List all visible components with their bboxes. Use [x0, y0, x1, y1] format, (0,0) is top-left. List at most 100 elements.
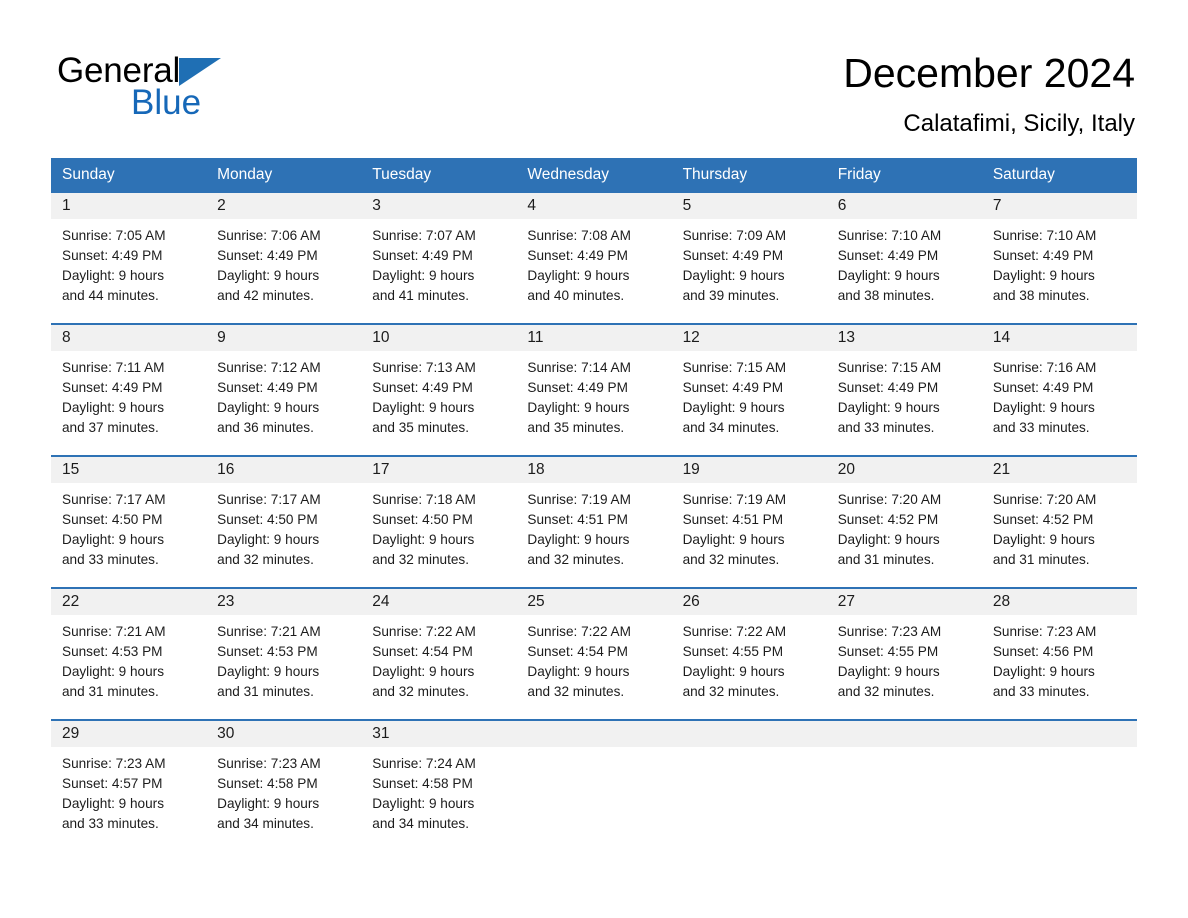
day-number: 12	[671, 325, 827, 351]
calendar-day-cell[interactable]: 29 Sunrise: 7:23 AM Sunset: 4:57 PM Dayligh…	[51, 719, 207, 841]
calendar-day-cell[interactable]: 15 Sunrise: 7:17 AM Sunset: 4:50 PM Dayligh…	[51, 455, 207, 581]
daylight-text-line2: and 34 minutes.	[217, 816, 314, 831]
sunrise-text: Sunrise: 7:22 AM	[682, 624, 787, 639]
daylight-text-line1: Daylight: 9 hours	[372, 796, 475, 811]
day-number	[516, 721, 672, 747]
day-number: 30	[206, 721, 362, 747]
day-number: 18	[516, 457, 672, 483]
calendar-day-cell[interactable]: 3 Sunrise: 7:07 AM Sunset: 4:49 PM Daylight…	[361, 191, 517, 317]
calendar-day-cell-empty	[826, 719, 982, 841]
daylight-text-line1: Daylight: 9 hours	[682, 532, 785, 547]
calendar-day-cell[interactable]: 24 Sunrise: 7:22 AM Sunset: 4:54 PM Dayligh…	[361, 587, 517, 713]
day-detail: Sunrise: 7:23 AM Sunset: 4:58 PM Daylight:…	[206, 747, 361, 834]
calendar-day-cell[interactable]: 13 Sunrise: 7:15 AM Sunset: 4:49 PM Dayligh…	[826, 323, 982, 449]
sunrise-text: Sunrise: 7:21 AM	[62, 624, 166, 639]
daylight-text-line1: Daylight: 9 hours	[992, 268, 1095, 283]
sunset-text: Sunset: 4:49 PM	[62, 248, 163, 263]
sunset-text: Sunset: 4:54 PM	[527, 644, 628, 659]
day-number: 28	[981, 589, 1137, 615]
sunset-text: Sunset: 4:49 PM	[992, 380, 1094, 395]
day-detail: Sunrise: 7:08 AM Sunset: 4:49 PM Daylight:…	[516, 219, 671, 306]
sunset-text: Sunset: 4:51 PM	[527, 512, 628, 527]
sunset-text: Sunset: 4:55 PM	[837, 644, 939, 659]
day-detail: Sunrise: 7:11 AM Sunset: 4:49 PM Daylight:…	[51, 351, 206, 438]
day-detail: Sunrise: 7:18 AM Sunset: 4:50 PM Daylight:…	[361, 483, 516, 570]
calendar-day-cell[interactable]: 11 Sunrise: 7:14 AM Sunset: 4:49 PM Dayligh…	[516, 323, 672, 449]
daylight-text-line2: and 39 minutes.	[682, 288, 780, 303]
calendar-day-cell[interactable]: 21 Sunrise: 7:20 AM Sunset: 4:52 PM Dayligh…	[981, 455, 1137, 581]
calendar-day-cell[interactable]: 8 Sunrise: 7:11 AM Sunset: 4:49 PM Daylight…	[51, 323, 207, 449]
day-number: 22	[51, 589, 207, 615]
daylight-text-line2: and 32 minutes.	[527, 552, 625, 567]
daylight-text-line1: Daylight: 9 hours	[992, 400, 1095, 415]
sunset-text: Sunset: 4:49 PM	[837, 248, 939, 263]
sunset-text: Sunset: 4:49 PM	[992, 248, 1094, 263]
calendar-day-cell[interactable]: 6 Sunrise: 7:10 AM Sunset: 4:49 PM Daylight…	[826, 191, 982, 317]
page-title: December 2024	[843, 50, 1135, 96]
sunrise-text: Sunrise: 7:07 AM	[372, 228, 476, 243]
calendar-weeks: 1 Sunrise: 7:05 AM Sunset: 4:49 PM Daylight…	[51, 191, 1137, 841]
sunrise-text: Sunrise: 7:09 AM	[682, 228, 787, 243]
calendar-day-cell[interactable]: 25 Sunrise: 7:22 AM Sunset: 4:54 PM Dayligh…	[516, 587, 672, 713]
calendar-day-cell-empty	[671, 719, 827, 841]
daylight-text-line1: Daylight: 9 hours	[372, 664, 475, 679]
day-detail: Sunrise: 7:17 AM Sunset: 4:50 PM Daylight:…	[206, 483, 361, 570]
calendar-day-cell[interactable]: 14 Sunrise: 7:16 AM Sunset: 4:49 PM Dayligh…	[981, 323, 1137, 449]
sunrise-text: Sunrise: 7:10 AM	[837, 228, 942, 243]
sunset-text: Sunset: 4:51 PM	[682, 512, 784, 527]
calendar-day-cell[interactable]: 23 Sunrise: 7:21 AM Sunset: 4:53 PM Dayligh…	[206, 587, 362, 713]
calendar-day-cell[interactable]: 30 Sunrise: 7:23 AM Sunset: 4:58 PM Dayligh…	[206, 719, 362, 841]
calendar-day-cell[interactable]: 17 Sunrise: 7:18 AM Sunset: 4:50 PM Dayligh…	[361, 455, 517, 581]
sunrise-text: Sunrise: 7:18 AM	[372, 492, 476, 507]
day-detail: Sunrise: 7:16 AM Sunset: 4:49 PM Daylight:…	[982, 351, 1137, 438]
calendar-day-cell[interactable]: 18 Sunrise: 7:19 AM Sunset: 4:51 PM Dayligh…	[516, 455, 672, 581]
sunrise-text: Sunrise: 7:13 AM	[372, 360, 476, 375]
sunrise-text: Sunrise: 7:05 AM	[62, 228, 166, 243]
daylight-text-line2: and 33 minutes.	[62, 816, 159, 831]
sunrise-text: Sunrise: 7:23 AM	[217, 756, 321, 771]
sunset-text: Sunset: 4:58 PM	[372, 776, 473, 791]
day-detail: Sunrise: 7:21 AM Sunset: 4:53 PM Daylight:…	[51, 615, 206, 702]
weekday-header-tuesday: Tuesday	[372, 166, 432, 183]
sunset-text: Sunset: 4:49 PM	[527, 248, 628, 263]
day-detail: Sunrise: 7:13 AM Sunset: 4:49 PM Daylight:…	[361, 351, 516, 438]
sunset-text: Sunset: 4:49 PM	[372, 248, 473, 263]
daylight-text-line2: and 32 minutes.	[837, 684, 935, 699]
calendar-day-cell[interactable]: 26 Sunrise: 7:22 AM Sunset: 4:55 PM Dayligh…	[671, 587, 827, 713]
day-number: 8	[51, 325, 207, 351]
day-detail: Sunrise: 7:22 AM Sunset: 4:55 PM Daylight:…	[672, 615, 827, 702]
calendar-day-cell[interactable]: 20 Sunrise: 7:20 AM Sunset: 4:52 PM Dayligh…	[826, 455, 982, 581]
calendar-day-cell[interactable]: 16 Sunrise: 7:17 AM Sunset: 4:50 PM Dayligh…	[206, 455, 362, 581]
daylight-text-line2: and 42 minutes.	[217, 288, 314, 303]
calendar-day-cell[interactable]: 27 Sunrise: 7:23 AM Sunset: 4:55 PM Dayligh…	[826, 587, 982, 713]
sunrise-text: Sunrise: 7:23 AM	[837, 624, 942, 639]
daylight-text-line1: Daylight: 9 hours	[682, 268, 785, 283]
sunrise-text: Sunrise: 7:22 AM	[372, 624, 476, 639]
daylight-text-line1: Daylight: 9 hours	[837, 664, 940, 679]
day-detail: Sunrise: 7:23 AM Sunset: 4:56 PM Daylight:…	[982, 615, 1137, 702]
calendar-day-cell[interactable]: 12 Sunrise: 7:15 AM Sunset: 4:49 PM Dayligh…	[671, 323, 827, 449]
day-detail: Sunrise: 7:15 AM Sunset: 4:49 PM Daylight:…	[672, 351, 827, 438]
calendar-day-cell[interactable]: 7 Sunrise: 7:10 AM Sunset: 4:49 PM Daylight…	[981, 191, 1137, 317]
calendar-day-cell[interactable]: 28 Sunrise: 7:23 AM Sunset: 4:56 PM Dayligh…	[981, 587, 1137, 713]
calendar-day-cell[interactable]: 31 Sunrise: 7:24 AM Sunset: 4:58 PM Dayligh…	[361, 719, 517, 841]
day-number: 24	[361, 589, 517, 615]
calendar-day-cell[interactable]: 10 Sunrise: 7:13 AM Sunset: 4:49 PM Dayligh…	[361, 323, 517, 449]
weekday-header-sunday: Sunday	[62, 166, 115, 183]
calendar-day-cell[interactable]: 19 Sunrise: 7:19 AM Sunset: 4:51 PM Dayligh…	[671, 455, 827, 581]
day-number: 31	[361, 721, 517, 747]
calendar-day-cell[interactable]: 2 Sunrise: 7:06 AM Sunset: 4:49 PM Daylight…	[206, 191, 362, 317]
calendar-day-cell[interactable]: 1 Sunrise: 7:05 AM Sunset: 4:49 PM Daylight…	[51, 191, 207, 317]
day-detail: Sunrise: 7:23 AM Sunset: 4:57 PM Daylight:…	[51, 747, 206, 834]
calendar-week-row: 15 Sunrise: 7:17 AM Sunset: 4:50 PM Dayligh…	[51, 455, 1137, 581]
calendar-day-cell[interactable]: 5 Sunrise: 7:09 AM Sunset: 4:49 PM Daylight…	[671, 191, 827, 317]
calendar-day-cell[interactable]: 4 Sunrise: 7:08 AM Sunset: 4:49 PM Daylight…	[516, 191, 672, 317]
daylight-text-line2: and 32 minutes.	[217, 552, 314, 567]
day-detail: Sunrise: 7:07 AM Sunset: 4:49 PM Daylight:…	[361, 219, 516, 306]
sunset-text: Sunset: 4:50 PM	[62, 512, 163, 527]
calendar-week-row: 29 Sunrise: 7:23 AM Sunset: 4:57 PM Dayligh…	[51, 719, 1137, 841]
sunset-text: Sunset: 4:53 PM	[217, 644, 318, 659]
daylight-text-line2: and 35 minutes.	[372, 420, 470, 435]
calendar-day-cell[interactable]: 9 Sunrise: 7:12 AM Sunset: 4:49 PM Daylight…	[206, 323, 362, 449]
calendar-day-cell[interactable]: 22 Sunrise: 7:21 AM Sunset: 4:53 PM Dayligh…	[51, 587, 207, 713]
